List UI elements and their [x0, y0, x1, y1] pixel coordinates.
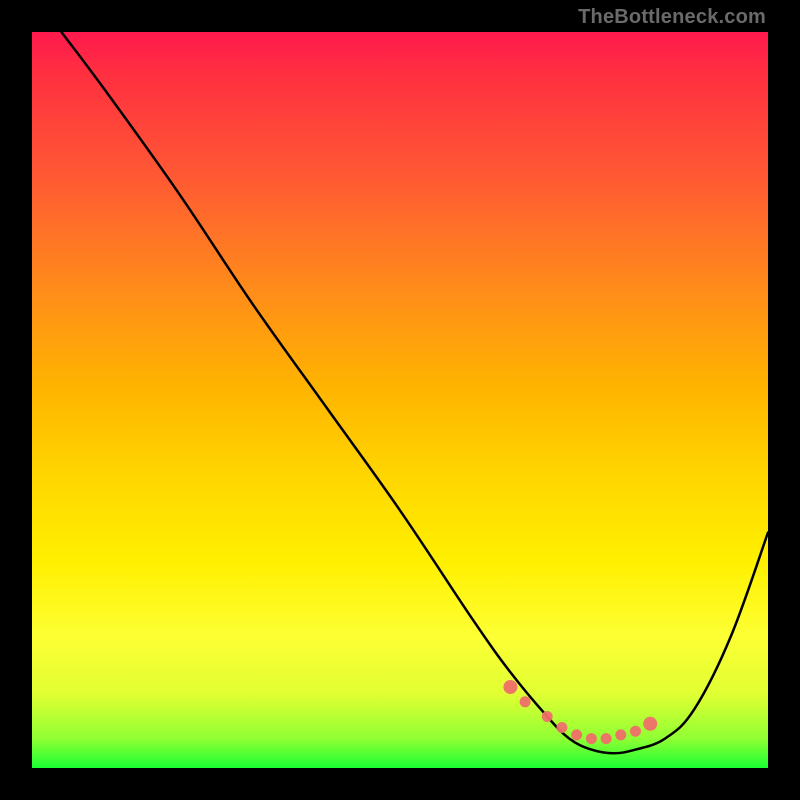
plot-area: [32, 32, 768, 768]
marker-group: [503, 680, 657, 744]
optimal-marker: [542, 711, 553, 722]
optimal-marker: [615, 729, 626, 740]
optimal-marker: [556, 722, 567, 733]
watermark-text: TheBottleneck.com: [578, 6, 766, 29]
optimal-marker: [520, 696, 531, 707]
curve-layer: [32, 32, 768, 768]
chart-frame: TheBottleneck.com: [0, 0, 800, 800]
optimal-marker: [601, 733, 612, 744]
optimal-marker: [503, 680, 517, 694]
bottleneck-curve: [61, 32, 768, 753]
optimal-marker: [643, 717, 657, 731]
optimal-marker: [586, 733, 597, 744]
optimal-marker: [630, 726, 641, 737]
optimal-marker: [571, 729, 582, 740]
